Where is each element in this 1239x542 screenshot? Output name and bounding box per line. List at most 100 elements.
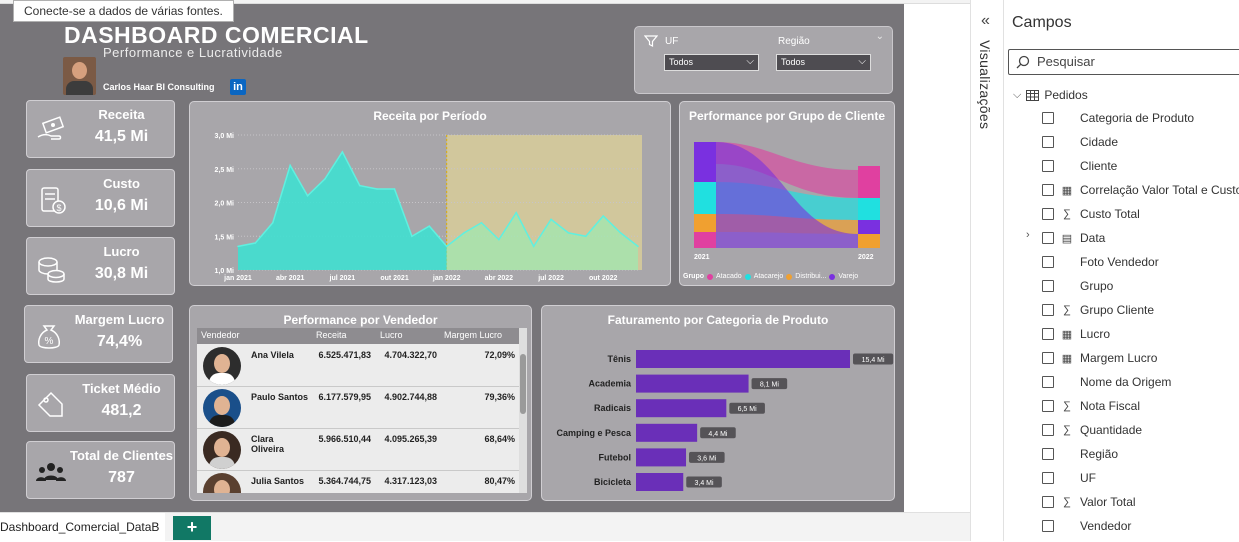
field-item[interactable]: ∑ Grupo Cliente [1042,301,1154,319]
table-row[interactable]: Ana Vilela 6.525.471,83 4.704.322,70 72,… [197,345,519,387]
field-checkbox[interactable] [1042,352,1054,364]
price-tag-icon [37,391,63,417]
table-scrollbar[interactable] [519,328,527,493]
kpi-card-clientes[interactable]: Total de Clientes 787 [26,441,175,499]
add-sheet-button[interactable]: + [173,516,211,540]
table-row[interactable]: Julia Santos 5.364.744,75 4.317.123,03 8… [197,471,519,493]
field-item[interactable]: ∑ Quantidade [1042,421,1142,439]
field-checkbox[interactable] [1042,376,1054,388]
categoria-produto-chart[interactable]: Faturamento por Categoria de Produto Tên… [541,305,895,501]
receita-periodo-chart[interactable]: Receita por Período 3,0 Mi 2,5 Mi 2,0 Mi 1,… [189,101,671,286]
chevron-down-icon[interactable]: ⌄ [876,31,884,42]
kpi-card-custo[interactable]: $ Custo 10,6 Mi [26,169,175,227]
cell-lucro: 4.095.265,39 [384,434,437,444]
col-lucro[interactable]: Lucro [380,330,403,340]
uf-dropdown[interactable]: Todos ⌵ [664,54,759,71]
field-item[interactable]: Nome da Origem [1042,373,1171,391]
chevron-right-icon[interactable]: › [1026,229,1030,241]
legend-item[interactable]: Atacado [716,273,742,280]
field-checkbox[interactable] [1042,160,1054,172]
field-checkbox[interactable] [1042,448,1054,460]
col-vendedor[interactable]: Vendedor [201,330,240,340]
visualizations-label[interactable]: Visualizações [977,40,993,129]
collapse-pane-icon[interactable]: « [981,12,990,30]
x-tick-label: jul 2022 [537,275,564,282]
field-name: Cliente [1080,159,1118,173]
field-item[interactable]: Cidade [1042,133,1118,151]
field-name: Data [1080,231,1106,245]
kpi-card-ticket[interactable]: Ticket Médio 481,2 [26,374,175,432]
field-checkbox[interactable] [1042,520,1054,532]
area-chart-svg: 3,0 Mi 2,5 Mi 2,0 Mi 1,5 Mi 1,0 Mijan 2021 ab… [215,133,642,282]
col-receita[interactable]: Receita [316,330,347,340]
scroll-thumb[interactable] [520,354,526,414]
field-item[interactable]: ∑ Nota Fiscal [1042,397,1140,415]
legend-marker [829,273,836,280]
table-row[interactable]: Clara Oliveira 5.966.510,44 4.095.265,39… [197,429,519,471]
regiao-dropdown[interactable]: Todos ⌵ [776,54,871,71]
legend-marker [786,273,793,280]
sheet-tab-active[interactable]: Dashboard_Comercial_DataB [0,513,165,542]
field-item[interactable]: Foto Vendedor [1042,253,1159,271]
data-point [254,242,257,244]
field-item[interactable]: ∑ Valor Total [1042,493,1136,511]
cell-margem: 79,36% [484,392,515,402]
filter-icon [643,34,659,51]
data-point [271,221,274,224]
data-point [376,188,378,190]
kpi-card-receita[interactable]: Receita 41,5 Mi [26,100,175,158]
kpi-card-lucro[interactable]: Lucro 30,8 Mi [26,237,175,295]
field-checkbox[interactable] [1042,232,1054,244]
field-item[interactable]: ▦ Margem Lucro [1042,349,1157,367]
kpi-value: 787 [108,469,135,486]
field-checkbox[interactable] [1042,256,1054,268]
field-checkbox[interactable] [1042,112,1054,124]
data-point [480,221,483,224]
chart-legend: Grupo Atacado Atacarejo Distribui... Var… [683,273,858,280]
field-item[interactable]: Região [1042,445,1118,463]
field-checkbox[interactable] [1042,424,1054,436]
field-checkbox[interactable] [1042,184,1054,196]
chevron-down-icon: ⌵ [858,56,866,67]
field-name: Quantidade [1080,423,1143,437]
legend-item[interactable]: Atacarejo [754,273,784,280]
kpi-label: Custo [103,176,140,191]
field-item[interactable]: Grupo [1042,277,1113,295]
field-item[interactable]: Vendedor [1042,517,1131,535]
field-item[interactable]: UF [1042,469,1096,487]
y-tick-label: 1,0 Mi [215,268,235,275]
field-item[interactable]: Cliente [1042,157,1117,175]
table-row[interactable]: Paulo Santos 6.177.579,95 4.902.744,88 7… [197,387,519,429]
search-input[interactable]: Pesquisar [1008,49,1239,75]
vendedor-table[interactable]: Vendedor Receita Lucro Margem Lucro Ana … [197,328,527,493]
field-checkbox[interactable] [1042,304,1054,316]
field-item[interactable]: ▤ Data [1042,229,1105,247]
field-checkbox[interactable] [1042,400,1054,412]
field-checkbox[interactable] [1042,280,1054,292]
field-checkbox[interactable] [1042,472,1054,484]
legend-item[interactable]: Varejo [838,273,858,280]
sigma-icon: ∑ [1063,304,1071,316]
field-name: Região [1080,447,1119,461]
field-checkbox[interactable] [1042,328,1054,340]
filter-panel: ⌄ UF Todos ⌵ Região Todos ⌵ [634,26,893,94]
field-name: UF [1080,471,1096,485]
legend-item[interactable]: Distribui... [795,273,826,280]
field-item[interactable]: ∑ Custo Total [1042,205,1140,223]
field-checkbox[interactable] [1042,136,1054,148]
data-label: 15,4 Mi [862,357,885,364]
col-margem[interactable]: Margem Lucro [444,330,502,340]
field-checkbox[interactable] [1042,496,1054,508]
table-node-pedidos[interactable]: ⌵ Pedidos [1013,86,1088,104]
data-label: 8,1 Mi [760,382,780,389]
field-item[interactable]: ▦ Lucro [1042,325,1110,343]
field-item[interactable]: Categoria de Produto [1042,109,1194,127]
field-item[interactable]: ▦ Correlação Valor Total e Custo [1042,181,1239,199]
search-icon [1016,55,1030,69]
data-point [515,211,518,214]
field-name: Nota Fiscal [1080,399,1141,413]
grupo-cliente-chart[interactable]: Performance por Grupo de Cliente 2021 20… [679,101,895,286]
field-checkbox[interactable] [1042,208,1054,220]
linkedin-icon[interactable]: in [230,79,246,95]
kpi-card-margem[interactable]: % Margem Lucro 74,4% [24,305,173,363]
